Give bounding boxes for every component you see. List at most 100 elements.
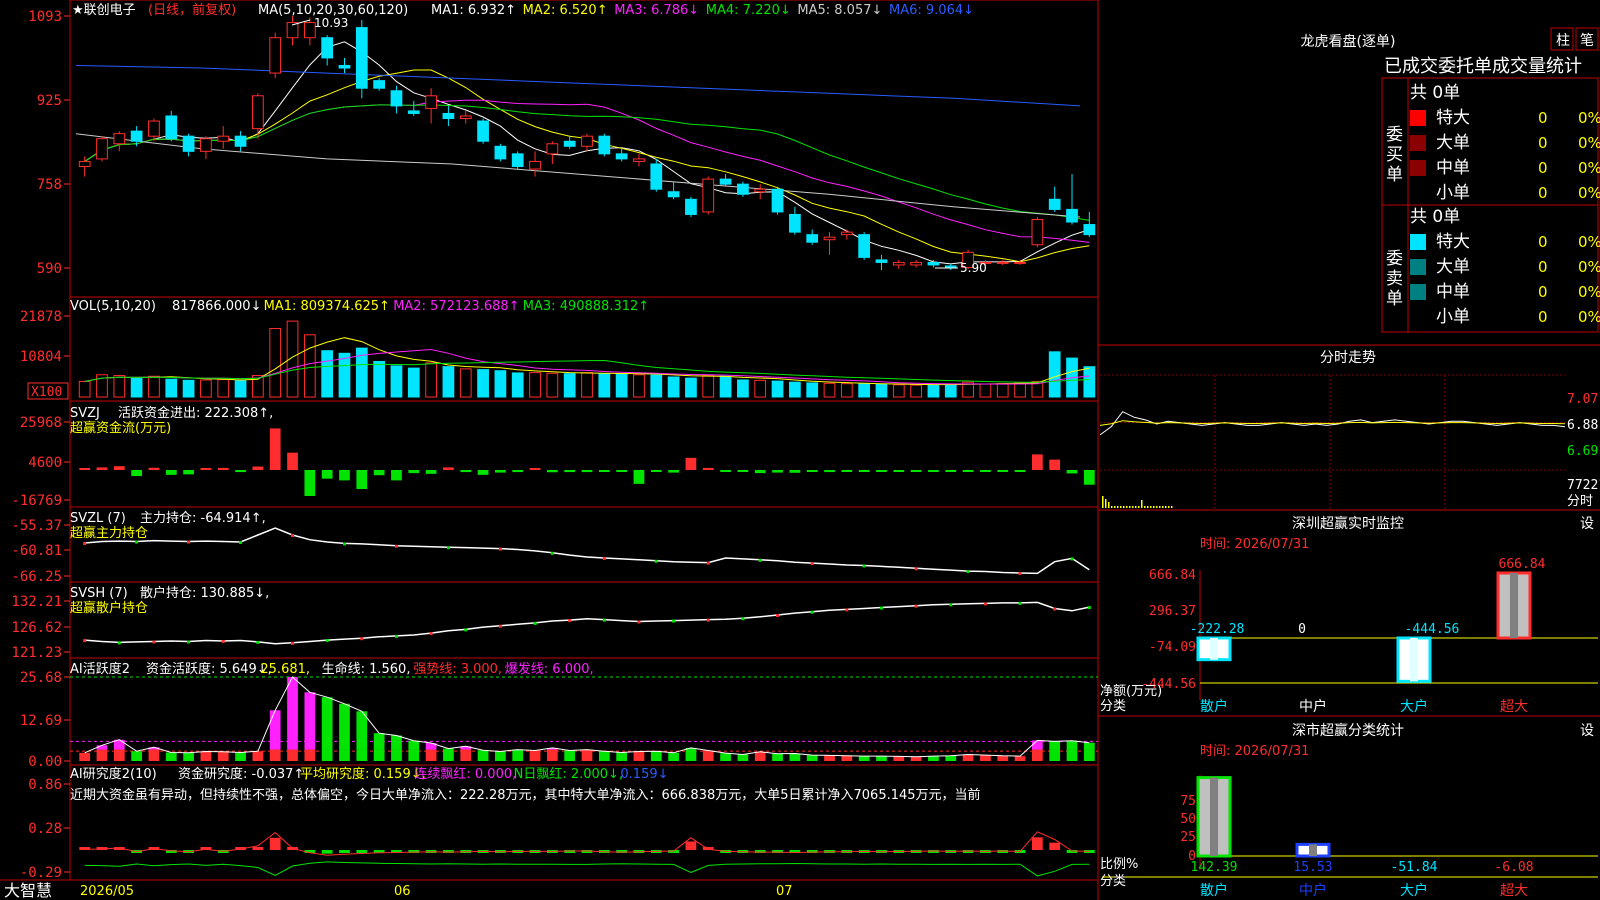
order-count: 0 bbox=[1538, 308, 1548, 326]
volume-bar bbox=[996, 383, 1009, 398]
fund-flow-bar bbox=[962, 470, 974, 472]
indicator-value: 连续飘红: 0.000, bbox=[414, 766, 516, 782]
activity-bar bbox=[650, 751, 662, 761]
fund-flow-bar bbox=[928, 470, 939, 472]
intraday-volume-bar bbox=[1144, 506, 1146, 508]
activity-bar-top bbox=[321, 697, 333, 750]
candle-body bbox=[944, 265, 957, 268]
order-count: 0 bbox=[1538, 134, 1548, 152]
high-mark: 10.93 bbox=[314, 16, 348, 30]
activity-bar bbox=[962, 754, 974, 761]
y-tick-label: 925 bbox=[37, 93, 62, 109]
fund-flow-bar bbox=[893, 470, 905, 472]
ma1-line bbox=[84, 41, 1090, 265]
monitor-bar-center bbox=[1510, 573, 1518, 638]
intraday-volume-bar bbox=[1162, 506, 1164, 508]
ai2-labels: 资金研究度: -0.037↑,平均研究度: 0.159↓,连续飘红: 0.000… bbox=[178, 766, 669, 782]
activity-bar bbox=[754, 751, 766, 761]
classify-y-tick: 75 bbox=[1180, 794, 1196, 809]
monitor-settings-button[interactable]: 设 bbox=[1580, 516, 1594, 532]
activity-bar bbox=[252, 751, 264, 761]
activity-bar bbox=[841, 755, 853, 761]
classify-bar-center bbox=[1210, 777, 1218, 856]
fund-flow-bar bbox=[235, 470, 246, 473]
order-percent: 0% bbox=[1578, 109, 1600, 127]
research-bar bbox=[252, 847, 264, 850]
retail-holding-dot bbox=[1018, 601, 1022, 605]
candle-body bbox=[702, 178, 715, 213]
panel-frame-6 bbox=[69, 764, 1099, 881]
tab-trade[interactable]: 笔 bbox=[1580, 33, 1594, 49]
fund-flow-bar bbox=[754, 470, 766, 474]
order-color-box bbox=[1410, 234, 1426, 250]
activity-bar bbox=[443, 749, 454, 761]
candle-body bbox=[737, 183, 749, 195]
indicator-value: 25.681, bbox=[260, 662, 310, 677]
svzj-header: SVZJ bbox=[70, 406, 100, 421]
activity-line bbox=[84, 676, 1090, 758]
activity-bar-top bbox=[373, 733, 385, 750]
classify-bar-center bbox=[1309, 844, 1317, 856]
candle-body bbox=[182, 135, 195, 152]
classify-bar-value: -6.08 bbox=[1494, 860, 1533, 875]
y-tick-label: 1093 bbox=[28, 9, 62, 25]
intraday-volume-label: 分时 bbox=[1567, 494, 1593, 509]
y-tick-label: -66.25 bbox=[11, 569, 62, 585]
intraday-volume-bar bbox=[1129, 506, 1131, 508]
candle-body bbox=[788, 213, 801, 233]
tab-col[interactable]: 柱 bbox=[1556, 33, 1570, 49]
classify-settings-button[interactable]: 设 bbox=[1580, 723, 1594, 739]
fund-flow-bar bbox=[113, 466, 125, 470]
retail-holding-dot bbox=[672, 619, 676, 623]
fund-flow-bar bbox=[287, 452, 298, 470]
left-axis: 1093 925 758 590 21878 10804 X100 25968 4600 -167… bbox=[11, 9, 70, 881]
activity-bar bbox=[685, 749, 697, 761]
y-tick-label: 21878 bbox=[20, 309, 62, 325]
indicator-value: 资金活跃度: 5.649↓, bbox=[146, 661, 272, 677]
candle-body bbox=[217, 135, 230, 142]
retail-holding-dot bbox=[83, 639, 87, 643]
main-holding-dot bbox=[706, 561, 710, 565]
fund-flow-bar bbox=[356, 470, 368, 490]
candle-body bbox=[442, 112, 455, 120]
volume-bar bbox=[650, 374, 663, 398]
monitor-bar-value: 0 bbox=[1298, 622, 1306, 637]
volume-bar bbox=[269, 328, 282, 398]
main-holding-dot bbox=[187, 540, 191, 544]
ma6-line bbox=[75, 65, 1081, 107]
monitor-bar-value: 666.84 bbox=[1499, 557, 1546, 572]
retail-holding-dot bbox=[776, 613, 780, 617]
svzj-sub: 超赢资金流(万元) bbox=[70, 420, 171, 436]
retail-holding-dot bbox=[325, 639, 329, 643]
candle-body bbox=[615, 153, 628, 160]
candle-body bbox=[1048, 198, 1061, 210]
volume-bar bbox=[529, 372, 541, 398]
indicator-value: 资金研究度: -0.037↑, bbox=[178, 766, 308, 782]
candle-body bbox=[650, 163, 663, 190]
indicator-value: 平均研究度: 0.159↓, bbox=[300, 766, 426, 782]
monitor-category: 中户 bbox=[1299, 698, 1327, 715]
research-bar bbox=[1049, 842, 1061, 850]
volume-bar bbox=[667, 376, 680, 398]
monitor-time: 时间: 2026/07/31 bbox=[1200, 537, 1309, 552]
fund-flow-bar bbox=[772, 470, 783, 473]
main-holding-dot bbox=[758, 558, 762, 562]
fund-flow-bar bbox=[373, 470, 385, 476]
indicator-value: 生命线: 1.560, bbox=[322, 661, 411, 677]
monitor-category: 大户 bbox=[1400, 698, 1428, 715]
ma-labels: MA1: 6.932↑ MA2: 6.520↑ MA3: 6.786↓ MA4: 7.… bbox=[431, 3, 974, 18]
candle-body bbox=[910, 261, 922, 266]
fund-flow-bar bbox=[79, 468, 91, 470]
fund-flow-bar bbox=[858, 470, 870, 472]
activity-bar bbox=[1032, 749, 1043, 761]
intraday-volume-bar bbox=[1141, 500, 1143, 508]
date-label-may: 2026/05 bbox=[80, 884, 134, 899]
activity-bar bbox=[598, 751, 610, 761]
volume-header: VOL(5,10,20) bbox=[70, 299, 156, 314]
period-tag: (日线，前复权) bbox=[148, 2, 236, 18]
activity-bar-top bbox=[269, 710, 281, 750]
intraday-volume-bar bbox=[1114, 506, 1116, 508]
activity-bar bbox=[79, 752, 91, 761]
fund-flow-bar bbox=[650, 470, 662, 472]
volume-bar bbox=[823, 382, 836, 398]
